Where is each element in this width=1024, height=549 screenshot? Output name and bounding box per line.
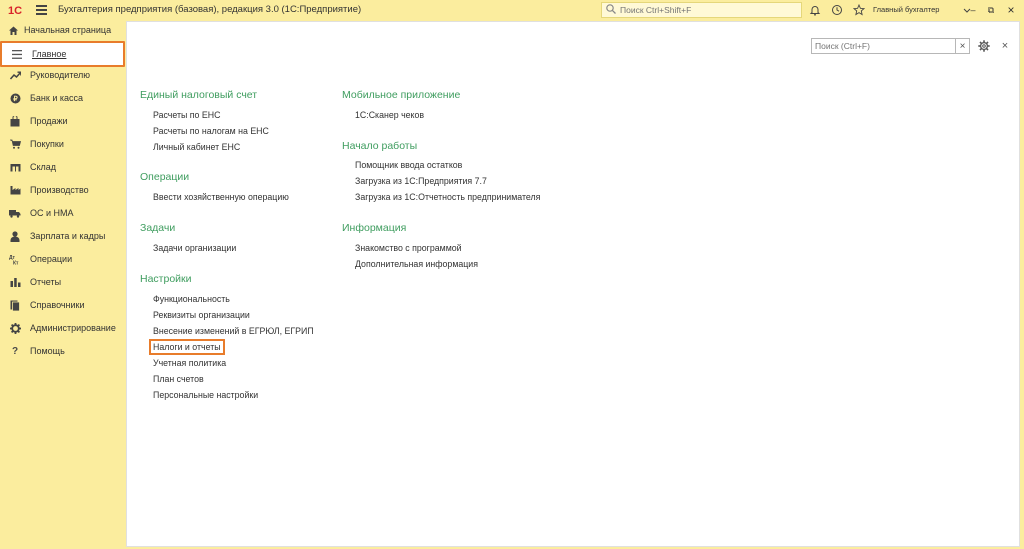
link-enter-operation[interactable]: Ввести хозяйственную операцию (153, 192, 289, 202)
sidebar-item-fixed-assets[interactable]: ОС и НМА (0, 202, 125, 224)
sidebar-item-operations[interactable]: Дт Кт Операции (0, 248, 125, 270)
question-icon: ? (11, 345, 19, 357)
sidebar-item-label: Продажи (30, 116, 68, 126)
sidebar-item-label: ОС и НМА (30, 208, 74, 218)
title-bar: 1С Бухгалтерия предприятия (базовая), ре… (0, 0, 1024, 20)
bar-chart-icon (9, 276, 21, 288)
link-ens-settlements[interactable]: Расчеты по ЕНС (153, 110, 220, 120)
sidebar-item-sales[interactable]: Продажи (0, 110, 125, 132)
link-import-entrepreneur[interactable]: Загрузка из 1С:Отчетность предпринимател… (355, 192, 540, 202)
global-search-field[interactable] (601, 2, 802, 18)
search-clear-button[interactable]: × (955, 39, 969, 53)
link-taxes-reports[interactable]: Налоги и отчеты (149, 339, 225, 355)
form-search-field[interactable]: × (811, 38, 970, 54)
window-close-button[interactable]: × (1004, 3, 1018, 17)
sidebar-item-label: Склад (30, 162, 57, 172)
current-user[interactable]: Главный бухгалтер (873, 5, 939, 14)
sidebar-item-reports[interactable]: Отчеты (0, 271, 125, 293)
sidebar-item-label: Операции (30, 254, 73, 264)
gear-icon (9, 322, 21, 334)
menu-icon[interactable] (36, 5, 47, 15)
person-icon (9, 230, 21, 242)
search-icon (605, 3, 619, 17)
form-close-button[interactable]: × (999, 39, 1011, 53)
link-chart-of-accounts[interactable]: План счетов (153, 374, 204, 384)
sidebar-item-salary[interactable]: Зарплата и кадры (0, 225, 125, 247)
sidebar-item-home[interactable]: Начальная страница (0, 20, 125, 40)
link-receipt-scanner[interactable]: 1С:Сканер чеков (355, 110, 424, 120)
dt-kt-icon: Дт Кт (9, 253, 21, 265)
trend-icon (9, 69, 21, 81)
main-content: × × Единый налоговый счет Расчеты по ЕНС… (126, 21, 1020, 547)
link-org-tasks[interactable]: Задачи организации (153, 243, 236, 253)
sidebar-item-manager[interactable]: Руководителю (0, 64, 125, 86)
link-balance-wizard[interactable]: Помощник ввода остатков (355, 160, 462, 170)
section-settings-title: Настройки (140, 273, 192, 285)
section-getting-started-title: Начало работы (342, 140, 418, 152)
sidebar-item-label: Администрирование (30, 323, 116, 333)
list-icon (11, 48, 23, 60)
coin-icon: ₽ (9, 92, 21, 104)
sidebar-item-warehouse[interactable]: Склад (0, 156, 125, 178)
section-mobile-title: Мобильное приложение (342, 89, 461, 101)
svg-text:1С: 1С (8, 5, 22, 16)
sidebar-item-administration[interactable]: Администрирование (0, 317, 125, 339)
truck-icon (9, 207, 21, 219)
link-additional-info[interactable]: Дополнительная информация (355, 259, 478, 269)
settings-gear-icon[interactable] (977, 39, 991, 53)
link-ens-cabinet[interactable]: Личный кабинет ЕНС (153, 142, 240, 152)
section-tasks-title: Задачи (140, 222, 176, 234)
link-personal-settings[interactable]: Персональные настройки (153, 390, 258, 400)
sidebar-item-purchases[interactable]: Покупки (0, 133, 125, 155)
link-org-details[interactable]: Реквизиты организации (153, 310, 250, 320)
factory-icon (9, 184, 21, 196)
link-import-77[interactable]: Загрузка из 1С:Предприятия 7.7 (355, 176, 487, 186)
form-search-input[interactable] (812, 41, 957, 51)
sidebar-home-label: Начальная страница (24, 25, 112, 35)
sidebar-item-catalogs[interactable]: Справочники (0, 294, 125, 316)
sidebar-item-label: Зарплата и кадры (30, 231, 106, 241)
minimize-button[interactable]: – (966, 3, 980, 17)
link-ens-taxes[interactable]: Расчеты по налогам на ЕНС (153, 126, 269, 136)
link-functionality[interactable]: Функциональность (153, 294, 230, 304)
sidebar-item-label: Справочники (30, 300, 85, 310)
sidebar-item-label: Отчеты (30, 277, 62, 287)
link-accounting-policy[interactable]: Учетная политика (153, 358, 226, 368)
link-intro[interactable]: Знакомство с программой (355, 243, 462, 253)
sidebar-item-production[interactable]: Производство (0, 179, 125, 201)
sidebar-item-label: Главное (32, 49, 67, 59)
sidebar-item-label: Покупки (30, 139, 64, 149)
star-icon[interactable] (852, 3, 866, 17)
warehouse-icon (9, 161, 21, 173)
sidebar-item-label: Производство (30, 185, 89, 195)
bell-icon[interactable] (808, 3, 822, 17)
sidebar-item-bank[interactable]: ₽ Банк и касса (0, 87, 125, 109)
books-icon (9, 299, 21, 311)
home-icon (7, 24, 19, 36)
link-egrul-changes[interactable]: Внесение изменений в ЕГРЮЛ, ЕГРИП (153, 326, 314, 336)
app-title: Бухгалтерия предприятия (базовая), редак… (58, 4, 362, 15)
sidebar-item-label: Руководителю (30, 70, 91, 80)
svg-text:Кт: Кт (13, 260, 19, 265)
sidebar-item-help[interactable]: ? Помощь (0, 340, 125, 362)
sidebar: Начальная страница Главное Руководителю … (0, 20, 125, 549)
section-ens-title: Единый налоговый счет (140, 89, 258, 101)
bag-icon (9, 115, 21, 127)
global-search-input[interactable] (619, 5, 799, 15)
sidebar-item-label: Банк и касса (30, 93, 83, 103)
cart-icon (9, 138, 21, 150)
section-information-title: Информация (342, 222, 407, 234)
section-operations-title: Операции (140, 171, 190, 183)
1c-logo: 1С (8, 4, 28, 16)
history-icon[interactable] (830, 3, 844, 17)
restore-button[interactable]: ⧉ (984, 3, 998, 17)
sidebar-item-label: Помощь (30, 346, 65, 356)
svg-text:₽: ₽ (13, 95, 18, 103)
